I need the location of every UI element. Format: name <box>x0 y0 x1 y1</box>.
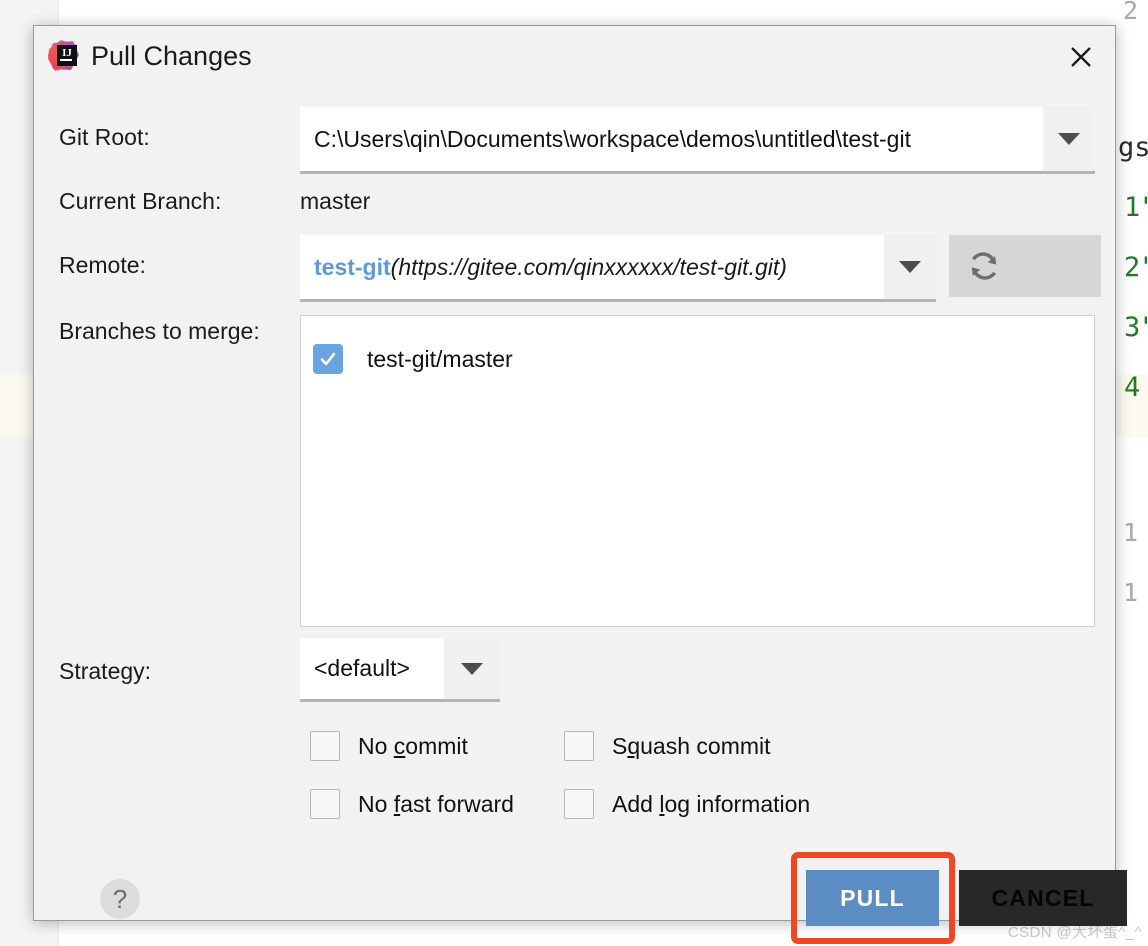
check-icon <box>320 352 336 366</box>
branches-to-merge-label: Branches to merge: <box>59 318 260 344</box>
branches-to-merge-list[interactable]: test-git/master <box>300 315 1095 627</box>
branch-checkbox[interactable] <box>313 344 343 374</box>
add-log-information-label: Add log information <box>612 790 811 817</box>
remote-url: (https://gitee.com/qinxxxxxx/test-git.gi… <box>390 253 787 280</box>
refresh-icon <box>949 249 1001 283</box>
list-item[interactable]: test-git/master <box>313 344 513 374</box>
squash-commit-checkbox[interactable] <box>564 731 594 761</box>
no-commit-checkbox[interactable] <box>310 731 340 761</box>
chevron-down-icon <box>1058 133 1080 145</box>
gutter-line-number: 1 <box>1122 578 1138 607</box>
add-log-information-checkbox[interactable] <box>564 789 594 819</box>
git-root-value: C:\Users\qin\Documents\workspace\demos\u… <box>314 125 911 152</box>
help-button[interactable]: ? <box>100 879 140 919</box>
pull-changes-dialog: IJ Pull Changes Git Root: C:\Users\qin\D… <box>33 25 1127 944</box>
option-add-log-information[interactable]: Add log information <box>564 789 810 819</box>
strategy-label: Strategy: <box>59 658 152 684</box>
no-fast-forward-label: No fast forward <box>358 790 514 817</box>
chevron-down-icon <box>461 662 483 675</box>
remote-combobox[interactable]: test-git(https://gitee.com/qinxxxxxx/tes… <box>300 235 936 302</box>
remote-label: Remote: <box>59 252 146 278</box>
pull-button[interactable]: PULL <box>806 870 939 926</box>
refresh-remotes-button[interactable] <box>949 235 1101 297</box>
option-no-fast-forward[interactable]: No fast forward <box>310 789 514 819</box>
intellij-idea-logo-icon: IJ <box>47 39 81 73</box>
close-button[interactable] <box>1047 26 1115 88</box>
cancel-button[interactable]: CANCEL <box>959 870 1127 926</box>
chevron-down-icon <box>899 261 921 273</box>
close-icon <box>1068 44 1094 70</box>
question-mark-icon: ? <box>112 883 128 914</box>
strategy-value: <default> <box>314 655 410 681</box>
code-token: 2" <box>1124 252 1148 283</box>
code-token: 3" <box>1124 312 1148 343</box>
current-branch-label: Current Branch: <box>59 188 222 214</box>
git-root-combobox[interactable]: C:\Users\qin\Documents\workspace\demos\u… <box>300 107 1095 174</box>
remote-dropdown-arrow[interactable] <box>884 235 936 299</box>
strategy-combobox[interactable]: <default> <box>300 638 500 702</box>
no-fast-forward-checkbox[interactable] <box>310 789 340 819</box>
code-token: 4 <box>1124 372 1141 403</box>
dialog-titlebar: IJ Pull Changes <box>34 26 1115 88</box>
remote-value: test-git(https://gitee.com/qinxxxxxx/tes… <box>300 254 884 281</box>
strategy-dropdown-arrow[interactable] <box>444 638 500 699</box>
code-token: gs <box>1118 132 1148 163</box>
current-branch-value: master <box>300 188 371 214</box>
git-root-label: Git Root: <box>59 124 150 150</box>
no-commit-label: No commit <box>358 732 468 759</box>
gutter-line-number: 1 <box>1122 518 1138 547</box>
code-token: 1" <box>1124 192 1148 223</box>
remote-name: test-git <box>314 253 391 280</box>
branch-name: test-git/master <box>367 345 513 372</box>
gutter-line-number: 2 <box>1122 0 1138 25</box>
dialog-title: Pull Changes <box>91 41 252 71</box>
option-squash-commit[interactable]: Squash commit <box>564 731 771 761</box>
git-root-dropdown-arrow[interactable] <box>1043 107 1095 171</box>
option-no-commit[interactable]: No commit <box>310 731 468 761</box>
svg-text:IJ: IJ <box>62 47 72 59</box>
squash-commit-label: Squash commit <box>612 732 771 759</box>
